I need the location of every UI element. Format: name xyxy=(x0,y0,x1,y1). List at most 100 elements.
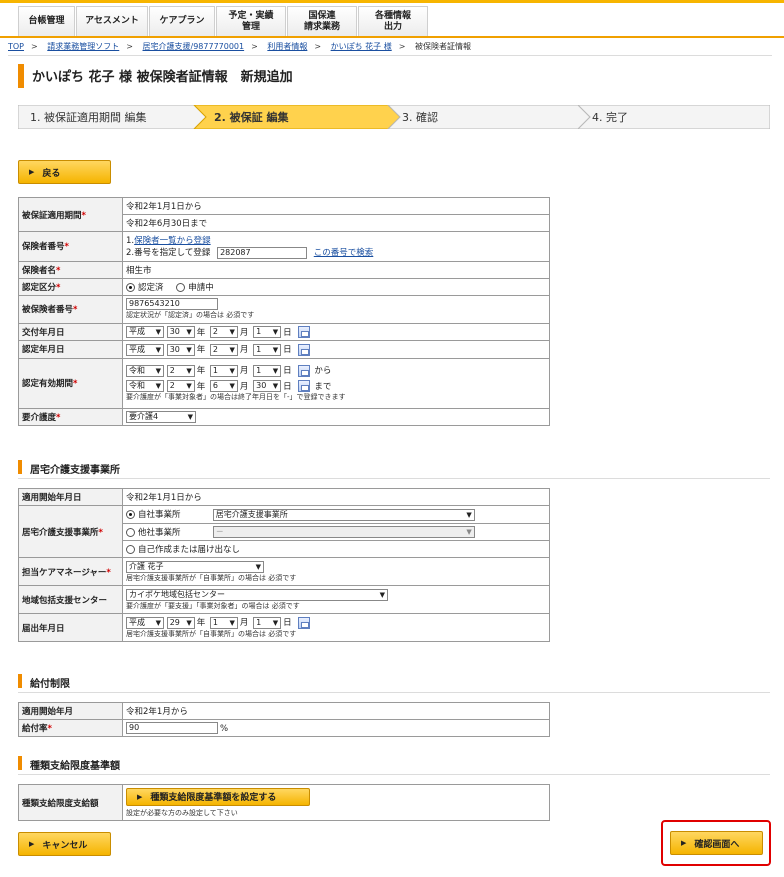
step-4: 4. 完了 xyxy=(592,111,628,124)
care-level-label: 要介護度* xyxy=(18,407,123,426)
cert-day-select[interactable]: 1 ▼ xyxy=(253,343,282,356)
arrow-right-icon: ▶ xyxy=(29,840,35,848)
valid-to-day-select[interactable]: 30 ▼ xyxy=(253,380,282,392)
calendar-icon[interactable] xyxy=(298,616,311,629)
arrow-right-icon: ▶ xyxy=(29,168,35,176)
confirm-button[interactable]: ▶ 確認画面へ xyxy=(670,831,763,855)
nav-tab-ledger[interactable]: 台帳管理 xyxy=(18,6,75,36)
care-office-section-title: 居宅介護支援事業所 xyxy=(30,465,120,476)
period-to: 令和2年6月30日まで xyxy=(122,214,550,232)
cert-month-select[interactable]: 2 ▼ xyxy=(209,343,238,356)
notify-day-select[interactable]: 1 ▼ xyxy=(253,616,282,629)
arrow-right-icon: ▶ xyxy=(137,792,143,801)
insurance-form: 被保証適用期間* 令和2年1月1日から 令和2年6月30日まで 保険者番号* 1… xyxy=(18,197,550,426)
nav-tab-assessment[interactable]: アセスメント xyxy=(76,6,148,36)
nav-tab-schedule[interactable]: 予定・実績 管理 xyxy=(216,6,286,36)
benefit-form: 適用開始年月 令和2年1月から 給付率* 90% xyxy=(18,702,550,737)
section-divider xyxy=(18,478,770,479)
manager-select[interactable]: 介護 花子 ▼ xyxy=(126,560,264,573)
breadcrumb-user[interactable]: かいぽち 花子 様 xyxy=(331,42,392,51)
breadcrumb-top[interactable]: TOP xyxy=(8,42,24,51)
cert-year-select[interactable]: 30 ▼ xyxy=(166,343,195,356)
benefit-start-value: 令和2年1月から xyxy=(122,702,550,720)
benefit-start-label: 適用開始年月 xyxy=(18,702,123,720)
office-label: 居宅介護支援事業所* xyxy=(18,505,123,558)
insurer-name: 相生市 xyxy=(122,260,550,279)
arrow-right-icon: ▶ xyxy=(681,839,687,847)
section-accent-bar xyxy=(18,460,22,474)
insurer-no-label: 保険者番号* xyxy=(18,231,123,262)
cert-done-radio[interactable] xyxy=(126,282,135,292)
calendar-icon[interactable] xyxy=(298,326,311,338)
cert-date-label: 認定年月日 xyxy=(18,340,123,359)
center-select[interactable]: カイポケ地域包括センター ▼ xyxy=(126,588,388,601)
page-title: かいぽち 花子 様 被保険者証情報 新規追加 xyxy=(32,70,293,85)
cert-era-select[interactable]: 平成 ▼ xyxy=(126,343,164,356)
calendar-icon[interactable] xyxy=(298,364,311,377)
section-divider xyxy=(18,774,770,775)
nav-accent-line xyxy=(0,0,784,3)
breadcrumb-current: 被保険者証情報 xyxy=(414,42,471,51)
center-label: 地域包括支援センター xyxy=(18,585,123,614)
other-office-select[interactable]: － ▼ xyxy=(212,526,475,538)
own-office-select[interactable]: 居宅介護支援事業所 ▼ xyxy=(212,508,475,521)
calendar-icon[interactable] xyxy=(298,380,311,392)
benefit-rate-label: 給付率* xyxy=(18,719,123,737)
search-by-number-link[interactable]: この番号で検索 xyxy=(314,248,374,258)
calendar-icon[interactable] xyxy=(298,343,311,356)
breadcrumb-user-info[interactable]: 利用者情報 xyxy=(267,42,307,51)
insurer-list-link[interactable]: 保険者一覧から登録 xyxy=(134,236,211,246)
section-accent-bar xyxy=(18,674,22,688)
issue-date-label: 交付年月日 xyxy=(18,322,123,341)
cert-pending-radio[interactable] xyxy=(176,282,186,292)
limit-form: 種類支給限度支給額 ▶ 種類支給限度基準額を設定する 設定が必要な方のみ設定して… xyxy=(18,784,550,821)
care-office-form: 適用開始年月日 令和2年1月1日から 居宅介護支援事業所* 自社事業所 居宅介護… xyxy=(18,488,550,642)
benefit-section-title: 給付制限 xyxy=(30,679,70,690)
valid-from-era-select[interactable]: 令和 ▼ xyxy=(126,364,164,377)
section-divider xyxy=(18,692,770,693)
back-button[interactable]: ▶ 戻る xyxy=(18,160,111,184)
insured-number-input[interactable]: 9876543210 xyxy=(126,298,218,310)
step-2: 2. 被保証 編集 xyxy=(214,111,289,124)
notify-era-select[interactable]: 平成 ▼ xyxy=(126,616,164,629)
valid-to-month-select[interactable]: 6 ▼ xyxy=(209,380,238,392)
cert-class-label: 認定区分* xyxy=(18,277,123,296)
issue-year-select[interactable]: 30 ▼ xyxy=(166,326,195,338)
valid-period-label: 認定有効期間* xyxy=(18,357,123,409)
other-office-radio[interactable] xyxy=(126,527,135,537)
insurer-number-input[interactable]: 282087 xyxy=(217,246,308,259)
breadcrumb-office[interactable]: 居宅介護支援/9877770001 xyxy=(143,42,245,51)
step-3: 3. 確認 xyxy=(402,111,438,124)
set-limit-button[interactable]: ▶ 種類支給限度基準額を設定する xyxy=(126,787,310,806)
office-start-label: 適用開始年月日 xyxy=(18,488,123,506)
period-label: 被保証適用期間* xyxy=(18,197,123,232)
own-office-radio[interactable] xyxy=(126,510,135,519)
top-navigation: 台帳管理 アセスメント ケアプラン 予定・実績 管理 国保連 請求業務 各種情報… xyxy=(0,0,784,38)
issue-month-select[interactable]: 2 ▼ xyxy=(209,326,238,338)
benefit-rate-input[interactable]: 90 xyxy=(126,722,218,734)
insured-no-label: 被保険者番号* xyxy=(18,294,123,324)
nav-tab-careplan[interactable]: ケアプラン xyxy=(149,6,215,36)
care-level-select[interactable]: 要介護4 ▼ xyxy=(126,410,196,423)
valid-from-year-select[interactable]: 2 ▼ xyxy=(166,364,195,377)
notify-date-label: 届出年月日 xyxy=(18,613,123,642)
nav-tab-output[interactable]: 各種情報 出力 xyxy=(358,6,428,36)
notify-month-select[interactable]: 1 ▼ xyxy=(209,616,238,629)
issue-era-select[interactable]: 平成 ▼ xyxy=(126,326,164,338)
office-start-value: 令和2年1月1日から xyxy=(122,488,550,506)
self-made-radio[interactable] xyxy=(126,545,135,554)
valid-from-day-select[interactable]: 1 ▼ xyxy=(253,364,282,377)
valid-to-era-select[interactable]: 令和 ▼ xyxy=(126,380,164,392)
nav-tab-billing[interactable]: 国保連 請求業務 xyxy=(287,6,357,36)
manager-label: 担当ケアマネージャー* xyxy=(18,557,123,586)
issue-day-select[interactable]: 1 ▼ xyxy=(253,326,282,338)
title-accent-bar xyxy=(18,64,24,88)
breadcrumb: TOP > 請求業務管理ソフト > 居宅介護支援/9877770001 > 利用者情報… xyxy=(8,42,471,51)
breadcrumb-billing-soft[interactable]: 請求業務管理ソフト xyxy=(47,42,119,51)
valid-to-year-select[interactable]: 2 ▼ xyxy=(166,380,195,392)
valid-from-month-select[interactable]: 1 ▼ xyxy=(209,364,238,377)
limit-label: 種類支給限度支給額 xyxy=(18,784,123,821)
section-accent-bar xyxy=(18,756,22,770)
notify-year-select[interactable]: 29 ▼ xyxy=(166,616,195,629)
cancel-button[interactable]: ▶ キャンセル xyxy=(18,832,111,856)
